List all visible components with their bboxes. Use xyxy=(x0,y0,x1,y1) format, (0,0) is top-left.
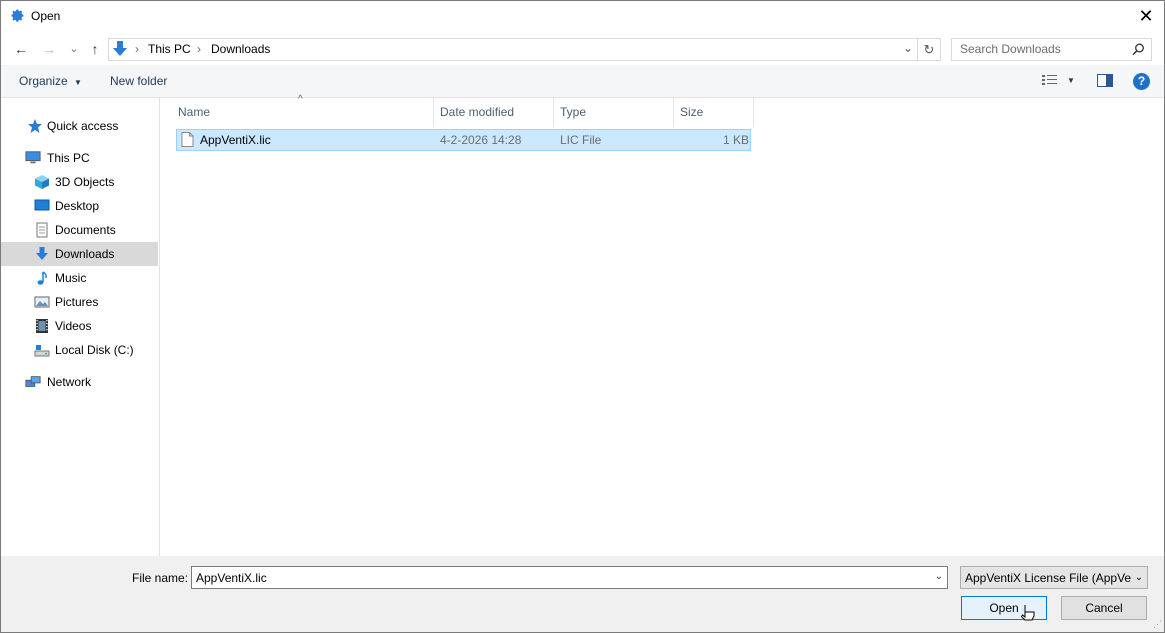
view-options-icon[interactable] xyxy=(1042,74,1058,87)
sidebar-item-videos[interactable]: Videos xyxy=(1,314,158,338)
gear-icon xyxy=(11,9,24,22)
chevron-down-icon: ⌄ xyxy=(1131,567,1147,588)
back-button[interactable]: ← xyxy=(11,39,31,59)
file-size: 1 KB xyxy=(723,133,750,147)
column-header-date-modified[interactable]: Date modified xyxy=(440,105,514,127)
star-icon xyxy=(28,119,42,133)
disk-icon xyxy=(34,345,50,357)
table-row[interactable]: AppVentiX.lic 4-2-2026 14:28 LIC File 1 … xyxy=(176,129,751,151)
sidebar-item-label: This PC xyxy=(47,151,90,165)
column-divider[interactable] xyxy=(553,98,554,126)
sidebar-item-local-disk[interactable]: Local Disk (C:) xyxy=(1,338,158,362)
sidebar-item-3d-objects[interactable]: 3D Objects xyxy=(1,170,158,194)
close-button[interactable]: ✕ xyxy=(1134,4,1158,28)
download-icon xyxy=(36,247,48,260)
address-bar[interactable]: › This PC › Downloads ⌄ xyxy=(108,38,918,61)
footer-panel: File name: AppVentiX.lic ⌄ AppVentiX Lic… xyxy=(1,556,1164,632)
search-placeholder: Search Downloads xyxy=(960,42,1061,56)
sidebar-item-desktop[interactable]: Desktop xyxy=(1,194,158,218)
resize-grip-icon[interactable]: ⋰ xyxy=(1153,619,1162,630)
chevron-down-icon[interactable]: ⌄ xyxy=(935,571,943,582)
sidebar-item-music[interactable]: Music xyxy=(1,266,158,290)
file-date-modified: 4-2-2026 14:28 xyxy=(440,133,522,147)
cancel-button[interactable]: Cancel xyxy=(1061,596,1147,620)
sidebar-item-label: Network xyxy=(47,375,92,389)
search-input[interactable]: Search Downloads xyxy=(951,38,1152,61)
view-dropdown-icon[interactable]: ▼ xyxy=(1067,76,1075,85)
forward-button[interactable]: → xyxy=(39,39,59,59)
sidebar-item-network[interactable]: Network xyxy=(1,370,158,394)
document-icon xyxy=(36,222,48,238)
column-header-size[interactable]: Size xyxy=(680,105,703,127)
search-icon xyxy=(1132,43,1144,56)
navigation-pane: Quick access This PC 3D Objects Desktop xyxy=(1,98,160,556)
music-icon xyxy=(37,271,47,285)
column-divider[interactable] xyxy=(753,98,754,126)
sort-ascending-icon: ^ xyxy=(298,94,303,105)
sidebar-item-downloads[interactable]: Downloads xyxy=(1,242,158,266)
sidebar-item-label: Videos xyxy=(55,319,92,333)
breadcrumb-separator: › xyxy=(135,42,139,56)
new-folder-button[interactable]: New folder xyxy=(110,74,167,88)
breadcrumb-separator: › xyxy=(197,42,201,56)
preview-pane-icon[interactable] xyxy=(1097,74,1113,87)
title-bar: Open ✕ xyxy=(1,1,1164,32)
sidebar-item-label: 3D Objects xyxy=(55,175,115,189)
window-title: Open xyxy=(31,9,61,23)
file-icon xyxy=(181,132,194,147)
sidebar-item-this-pc[interactable]: This PC xyxy=(1,146,158,170)
filename-label: File name: xyxy=(132,571,189,585)
sidebar-item-quick-access[interactable]: Quick access xyxy=(1,114,158,138)
sidebar-item-label: Local Disk (C:) xyxy=(55,343,134,357)
file-type: LIC File xyxy=(560,133,602,147)
cube-icon xyxy=(35,175,49,189)
download-icon xyxy=(113,41,127,56)
command-bar: Organize ▼ New folder ▼ ? xyxy=(1,65,1164,98)
sidebar-item-label: Desktop xyxy=(55,199,100,213)
network-icon xyxy=(25,376,41,387)
sidebar-item-documents[interactable]: Documents xyxy=(1,218,158,242)
chevron-down-icon: ▼ xyxy=(74,78,82,87)
sidebar-item-label: Pictures xyxy=(55,295,99,309)
organize-label: Organize xyxy=(19,74,68,88)
filename-field[interactable]: AppVentiX.lic ⌄ xyxy=(191,566,948,589)
sidebar-item-label: Downloads xyxy=(55,247,115,261)
column-divider[interactable] xyxy=(673,98,674,126)
desktop-icon xyxy=(34,199,50,211)
open-dialog: Open ✕ ← → ⌄ ↑ › This PC › Downloads ⌄ ↻… xyxy=(0,0,1165,633)
column-divider[interactable] xyxy=(433,98,434,126)
up-button[interactable]: ↑ xyxy=(85,39,105,59)
computer-icon xyxy=(25,151,41,164)
organize-button[interactable]: Organize ▼ xyxy=(19,74,82,88)
refresh-button[interactable]: ↻ xyxy=(917,38,941,61)
video-icon xyxy=(36,319,48,333)
file-name: AppVentiX.lic xyxy=(200,133,271,147)
sidebar-item-label: Documents xyxy=(55,223,116,237)
recent-locations-button[interactable]: ⌄ xyxy=(64,39,84,59)
filename-value: AppVentiX.lic xyxy=(196,571,267,585)
mouse-cursor-icon xyxy=(1021,605,1035,621)
address-dropdown-icon[interactable]: ⌄ xyxy=(903,41,913,55)
file-type-filter-value: AppVentiX License File (AppVentiX.lic) xyxy=(965,571,1147,585)
sidebar-item-pictures[interactable]: Pictures xyxy=(1,290,158,314)
breadcrumb-this-pc[interactable]: This PC xyxy=(148,42,191,56)
column-header-type[interactable]: Type xyxy=(560,105,586,127)
file-type-filter-select[interactable]: AppVentiX License File (AppVentiX.lic) ⌄ xyxy=(960,566,1148,589)
help-icon[interactable]: ? xyxy=(1133,73,1150,90)
file-list: ^ Name Date modified Type Size AppVentiX… xyxy=(160,94,1164,556)
picture-icon xyxy=(34,296,50,308)
sidebar-item-label: Music xyxy=(55,271,87,285)
breadcrumb-downloads[interactable]: Downloads xyxy=(211,42,270,56)
column-header-name[interactable]: Name xyxy=(178,105,210,127)
sidebar-item-label: Quick access xyxy=(47,119,119,133)
